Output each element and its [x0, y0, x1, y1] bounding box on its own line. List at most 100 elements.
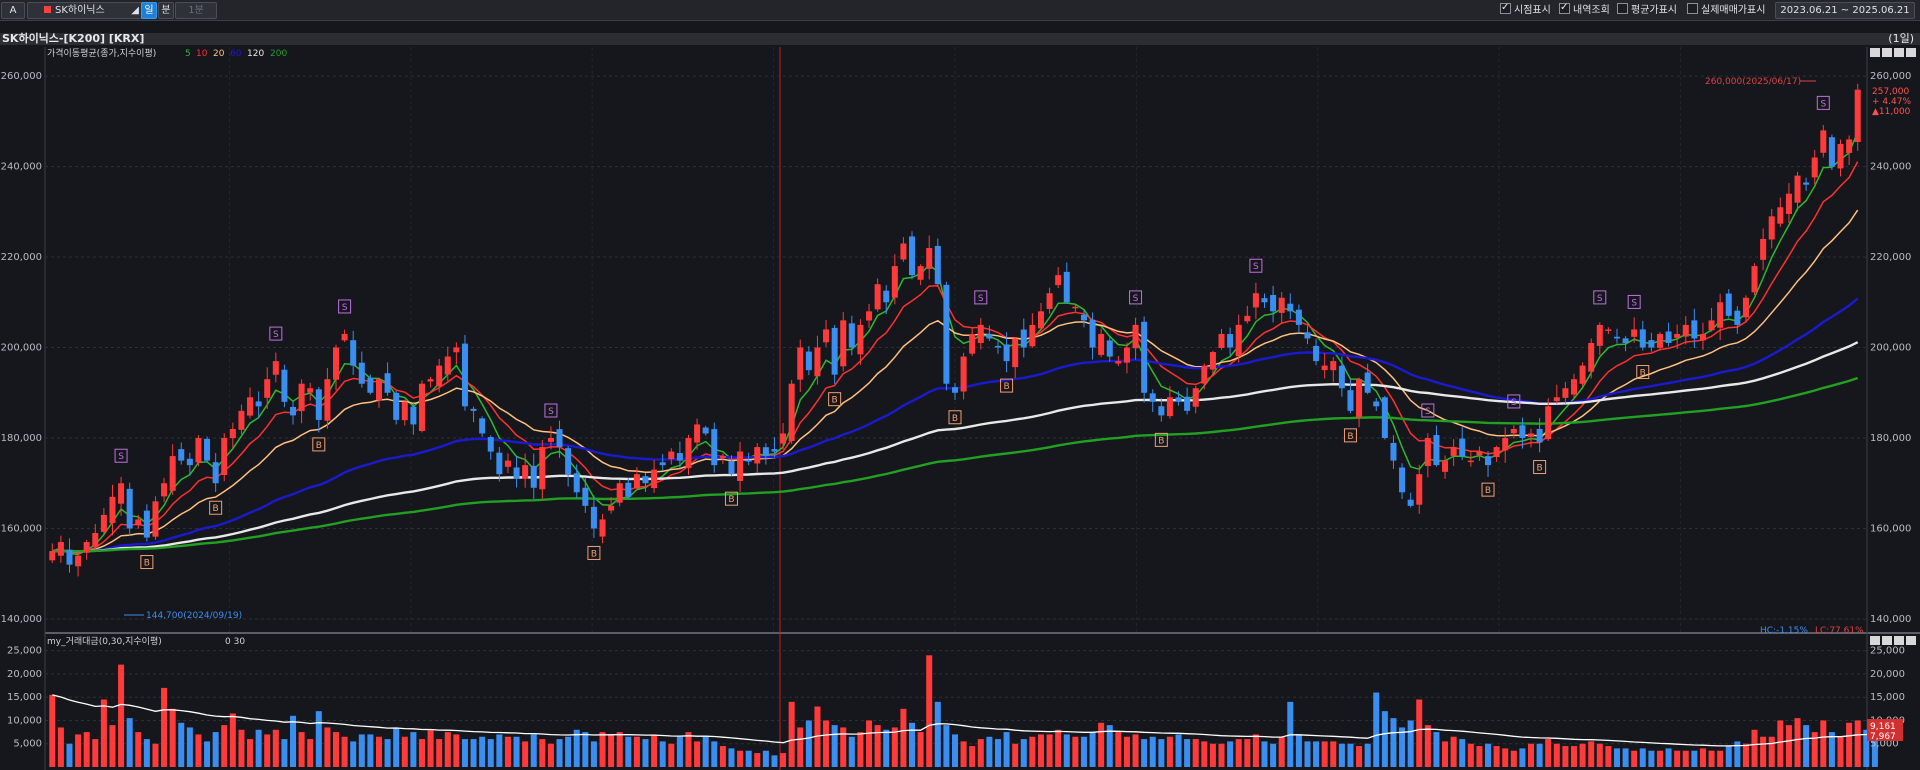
candle-body	[1106, 340, 1113, 357]
volume-bar	[1201, 741, 1208, 767]
candle-body	[719, 456, 726, 458]
volume-bar	[496, 734, 503, 767]
volume-bar	[290, 715, 297, 767]
candle-body	[143, 510, 150, 538]
panel-control-button[interactable]	[1870, 48, 1880, 57]
candle-body	[1450, 447, 1457, 456]
candle-body	[599, 519, 606, 537]
candle-body	[805, 351, 812, 371]
volume-bar	[1717, 750, 1724, 767]
volume-bar	[100, 699, 107, 767]
candle-body	[926, 248, 933, 269]
candle-body	[1321, 365, 1328, 371]
panel-control-button[interactable]	[1882, 48, 1892, 57]
candle-body	[1330, 361, 1337, 371]
volume-bar	[298, 732, 305, 767]
panel-control-button[interactable]	[1894, 48, 1904, 57]
price-chart[interactable]: S B B S B S S B B B B S B S B S B S B S B S S B S 260,000 260,000…	[0, 0, 1920, 770]
candle-body	[780, 433, 787, 444]
volume-bar	[126, 718, 133, 767]
volume-bar	[926, 655, 933, 767]
candle-body	[1149, 393, 1156, 402]
candle-body	[1613, 336, 1620, 339]
volume-bar	[659, 741, 666, 767]
volume-bar	[453, 734, 460, 767]
panel-control-button[interactable]	[1870, 636, 1880, 645]
price-tick-left: 240,000	[1, 162, 42, 173]
volume-bar	[608, 734, 615, 767]
volume-bar	[178, 722, 185, 767]
price-tick-left: 220,000	[1, 252, 42, 263]
candle-body	[1476, 451, 1483, 456]
candle-body	[393, 392, 400, 420]
volume-bar	[857, 732, 864, 767]
volume-bar	[1364, 743, 1371, 767]
volume-bar	[1313, 741, 1320, 767]
candle-body	[461, 343, 468, 407]
candle-body	[1725, 293, 1732, 316]
sell-signal-label: S	[118, 452, 124, 462]
candle-body	[522, 465, 529, 479]
close-icon[interactable]	[1906, 636, 1916, 645]
candle-body	[702, 427, 709, 434]
volume-bar	[332, 732, 340, 767]
candle-body	[694, 424, 701, 443]
volume-bar	[1270, 743, 1277, 767]
legend-prefix: 가격이동평균(종가,지수이평)	[47, 47, 156, 59]
volume-bar	[264, 734, 271, 767]
volume-bar	[1553, 743, 1560, 767]
volume-bar	[745, 750, 752, 767]
candle-body	[1854, 89, 1861, 143]
candle-body	[1416, 474, 1423, 505]
volume-bar	[418, 739, 425, 767]
close-icon[interactable]	[1906, 48, 1916, 57]
panel-control-button[interactable]	[1882, 636, 1892, 645]
volume-bar	[1682, 750, 1689, 767]
buy-signal-label: B	[1485, 486, 1491, 496]
volume-bar	[83, 732, 90, 767]
candle-body	[1777, 207, 1784, 224]
candle-body	[797, 347, 804, 380]
volume-bar	[1012, 743, 1019, 767]
candle-body	[1192, 388, 1199, 407]
volume-bar	[1141, 739, 1148, 767]
sell-signal-label: S	[1425, 407, 1431, 417]
candle-body	[1261, 298, 1268, 303]
volume-bar	[1751, 729, 1758, 767]
volume-bar	[1321, 741, 1328, 767]
candle-body	[556, 429, 563, 448]
candle-body	[547, 438, 554, 442]
candle-body	[1089, 319, 1096, 348]
volume-bar	[92, 739, 99, 767]
buy-signal-label: B	[316, 441, 322, 451]
candle-body	[1390, 442, 1397, 461]
candle-body	[762, 447, 769, 457]
candle-body	[848, 323, 855, 348]
legend-item: 120	[247, 49, 264, 59]
candle-body	[608, 505, 615, 511]
volume-bar	[410, 732, 417, 767]
volume-bar	[1037, 734, 1044, 767]
volume-bar	[169, 708, 176, 767]
volume-bar	[1080, 736, 1087, 767]
volume-bar	[943, 725, 950, 767]
volume-bar	[719, 746, 726, 767]
candle-body	[1020, 329, 1027, 348]
volume-bar	[1708, 750, 1715, 767]
volume-bar	[737, 750, 744, 767]
candle-body	[1278, 297, 1285, 313]
candle-body	[195, 438, 202, 463]
candle-body	[1184, 396, 1191, 411]
volume-bar	[728, 748, 735, 767]
sell-signal-label: S	[273, 330, 279, 340]
sell-signal-label: S	[548, 407, 554, 417]
candle-body	[66, 549, 73, 565]
candle-body	[513, 467, 520, 479]
panel-control-button[interactable]	[1894, 636, 1904, 645]
candle-body	[1579, 365, 1586, 384]
candle-body	[737, 451, 744, 481]
candle-body	[1433, 435, 1440, 466]
price-tick-left: 260,000	[1, 71, 42, 82]
candle-body	[1493, 447, 1500, 458]
candle-body	[1115, 361, 1122, 364]
